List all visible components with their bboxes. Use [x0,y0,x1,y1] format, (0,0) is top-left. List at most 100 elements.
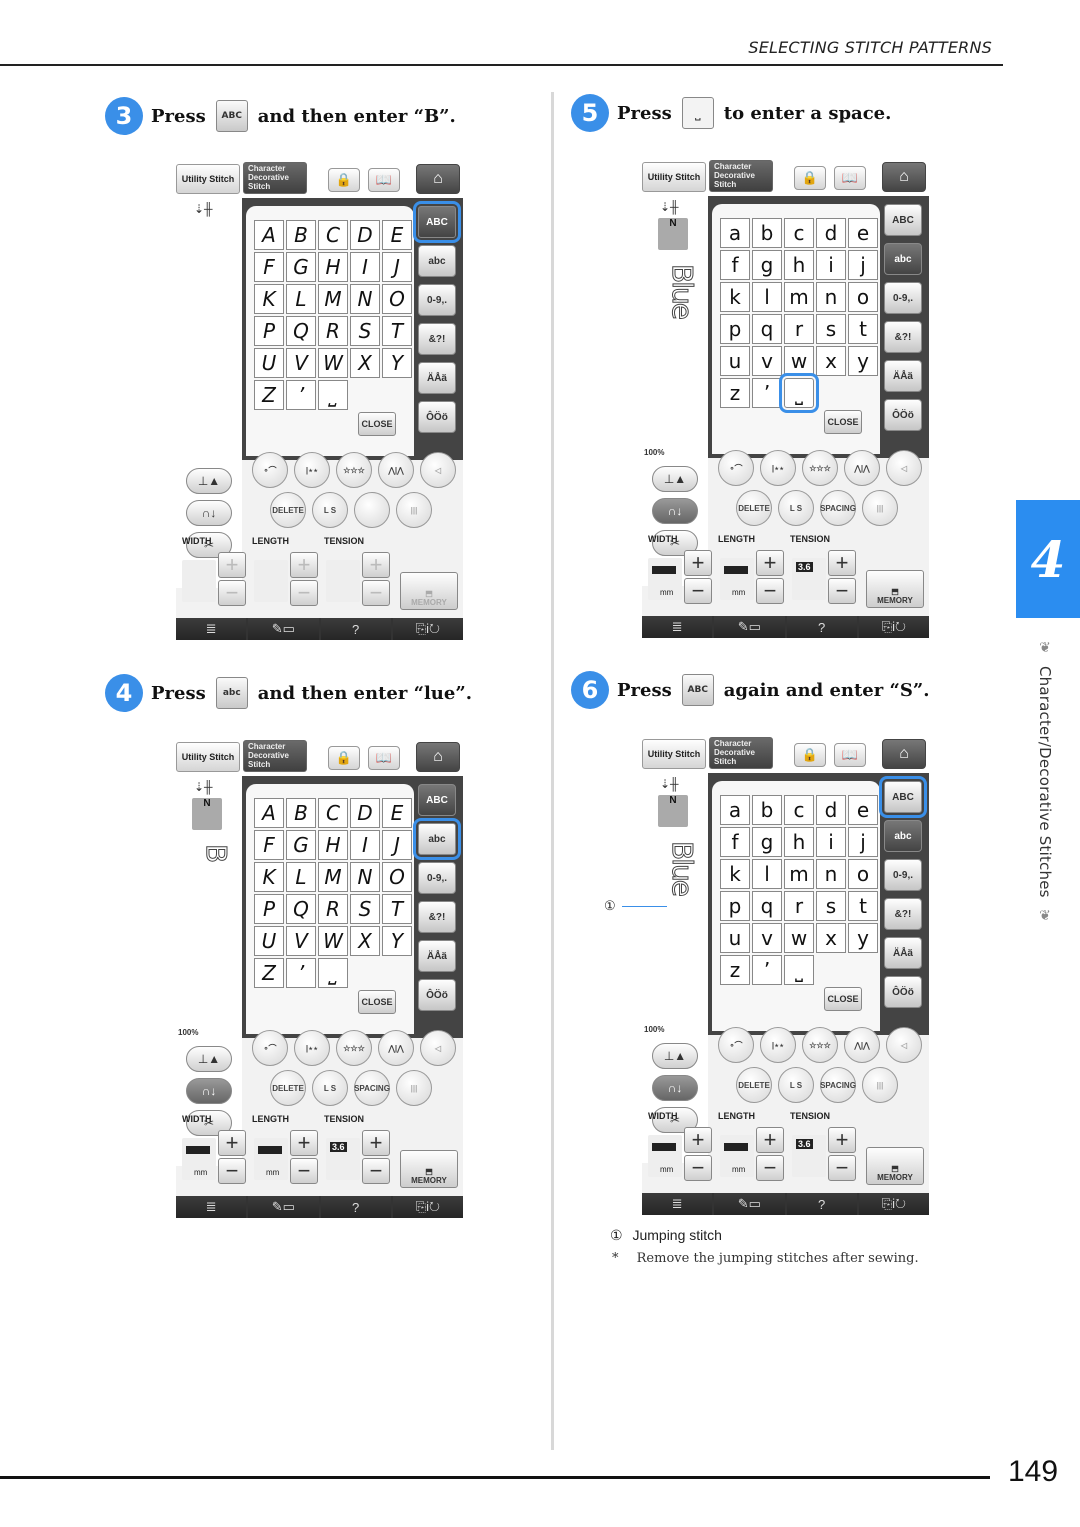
help-icon[interactable]: ? [320,618,391,640]
mirror-horizontal-icon[interactable]: ◁ [886,1027,922,1063]
thread-loop-icon[interactable]: ∘⌒ [252,1030,288,1066]
tension-minus-button[interactable]: − [362,580,390,606]
character-key[interactable]: V [286,348,316,378]
charset-button[interactable]: abc [884,820,922,852]
book-icon[interactable]: 📖 [368,746,400,770]
character-key[interactable]: s [816,314,846,344]
length-plus-button[interactable]: + [290,552,318,578]
thread-loop-icon[interactable]: ∘⌒ [252,452,288,488]
character-key[interactable]: e [848,218,878,248]
character-key[interactable]: x [816,346,846,376]
character-key[interactable]: ’ [752,378,782,408]
character-key[interactable]: O [382,862,412,892]
settings-list-icon[interactable]: ≣ [176,1196,247,1218]
character-key[interactable]: e [848,795,878,825]
character-key[interactable]: p [720,314,750,344]
stitch-position-icon[interactable]: |⋆⋆ [760,450,796,486]
character-key[interactable]: X [350,348,380,378]
help-icon[interactable]: ? [786,1193,857,1215]
character-key[interactable]: w [784,346,814,376]
sewing-machine-icon[interactable]: ✎▭ [714,1193,785,1215]
character-key[interactable]: M [318,862,348,892]
length-minus-button[interactable]: − [756,578,784,604]
charset-button[interactable]: ABC [418,784,456,816]
delete-button[interactable]: DELETE [270,1070,306,1106]
book-icon[interactable]: 📖 [834,166,866,190]
lock-icon[interactable]: 🔒 [328,168,360,192]
character-key[interactable]: b [752,795,782,825]
character-key[interactable]: B [286,220,316,250]
twin-needle-icon[interactable]: ||| [396,492,432,528]
character-key[interactable]: s [816,891,846,921]
width-minus-button[interactable]: − [218,580,246,606]
help-icon[interactable]: ? [320,1196,391,1218]
memory-button[interactable]: ⬒ MEMORY [400,1150,458,1188]
tension-plus-button[interactable]: + [828,1127,856,1153]
character-key[interactable]: ⎵ [779,373,819,413]
character-key[interactable]: T [382,316,412,346]
character-key[interactable]: c [784,218,814,248]
tab-utility-stitch[interactable]: Utility Stitch [642,739,706,769]
character-key[interactable]: w [784,923,814,953]
home-icon[interactable]: ⌂ [416,742,460,772]
character-key[interactable]: v [752,923,782,953]
character-key[interactable]: D [350,220,380,250]
home-icon[interactable]: ⌂ [882,162,926,192]
reverse-stitch-icon[interactable]: ∩↓ [652,498,698,524]
character-key[interactable]: g [752,827,782,857]
character-key[interactable]: C [318,220,348,250]
memory-button[interactable]: ⬒ MEMORY [866,1147,924,1185]
size-ls-button[interactable]: L S [312,1070,348,1106]
mirror-horizontal-icon[interactable]: ◁ [420,1030,456,1066]
character-key[interactable]: H [318,252,348,282]
delete-button[interactable]: DELETE [736,1067,772,1103]
character-key[interactable]: v [752,346,782,376]
twin-needle-icon[interactable]: ||| [862,490,898,526]
character-key[interactable]: F [254,252,284,282]
mirror-horizontal-icon[interactable]: ◁ [886,450,922,486]
character-key[interactable]: a [720,218,750,248]
character-key[interactable]: n [816,282,846,312]
character-key[interactable]: o [848,282,878,312]
width-plus-button[interactable]: + [684,1127,712,1153]
character-key[interactable]: C [318,798,348,828]
repeat-pattern-icon[interactable]: ☆☆☆ [802,1027,838,1063]
character-key[interactable]: N [350,284,380,314]
character-key[interactable]: X [350,926,380,956]
reverse-stitch-icon[interactable]: ∩↓ [186,500,232,526]
repeat-pattern-icon[interactable]: ☆☆☆ [336,452,372,488]
character-key[interactable]: I [350,252,380,282]
charset-button[interactable]: abc [413,818,461,860]
charset-button[interactable]: ÄÅä [884,360,922,392]
length-plus-button[interactable]: + [756,1127,784,1153]
charset-button[interactable]: &?! [418,323,456,355]
info-rotate-icon[interactable]: ⎘i↻ [858,1193,929,1215]
character-key[interactable]: T [382,894,412,924]
character-key[interactable]: I [350,830,380,860]
needle-stop-icon[interactable]: ⊥▲ [652,1043,698,1069]
character-key[interactable]: i [816,827,846,857]
charset-button[interactable]: ÔÖö [418,979,456,1011]
home-icon[interactable]: ⌂ [882,739,926,769]
mirror-vertical-icon[interactable]: ⋀|⋀ [844,450,880,486]
charset-button[interactable]: ABC [879,776,927,818]
reverse-stitch-icon[interactable]: ∩↓ [186,1078,232,1104]
charset-button[interactable]: ÄÅä [418,940,456,972]
character-key[interactable]: q [752,314,782,344]
info-rotate-icon[interactable]: ⎘i↻ [392,1196,463,1218]
character-key[interactable]: J [382,252,412,282]
character-key[interactable]: U [254,348,284,378]
charset-button[interactable]: abc [884,243,922,275]
character-key[interactable]: g [752,250,782,280]
book-icon[interactable]: 📖 [368,168,400,192]
character-key[interactable]: c [784,795,814,825]
charset-button[interactable]: ABC [884,204,922,236]
tab-character-decorative-stitch[interactable]: Character Decorative Stitch [243,740,307,772]
character-key[interactable]: o [848,859,878,889]
sewing-machine-icon[interactable]: ✎▭ [248,618,319,640]
character-key[interactable]: ⎵ [318,380,348,410]
width-plus-button[interactable]: + [218,1130,246,1156]
character-key[interactable]: ’ [286,958,316,988]
character-key[interactable]: z [720,378,750,408]
character-key[interactable]: d [816,218,846,248]
